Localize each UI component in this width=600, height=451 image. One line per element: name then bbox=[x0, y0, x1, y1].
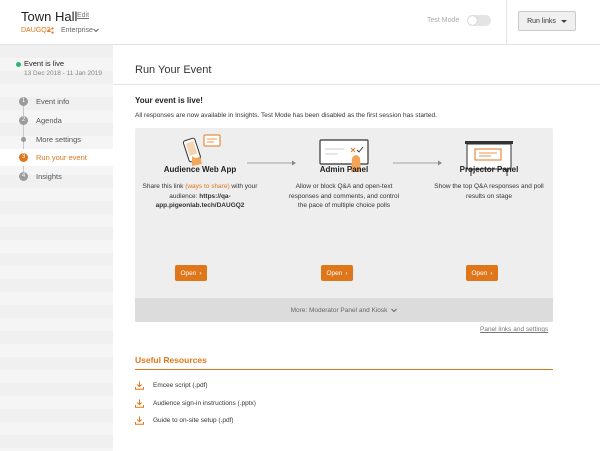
chevron-down-icon bbox=[391, 308, 398, 312]
chevron-right-icon: › bbox=[490, 269, 493, 277]
share-icon[interactable] bbox=[47, 27, 54, 34]
open-label: Open bbox=[180, 269, 197, 277]
step-number: 2 bbox=[19, 116, 28, 125]
sidebar: Event is live 13 Dec 2018 - 11 Jan 2019 … bbox=[0, 45, 113, 451]
title-divider bbox=[113, 84, 600, 85]
step-number: 1 bbox=[19, 97, 28, 106]
event-title: Town Hall bbox=[21, 9, 78, 24]
run-links-button[interactable]: Run links bbox=[518, 11, 576, 31]
ways-to-share-link[interactable]: (ways to share) bbox=[185, 183, 229, 190]
live-description: All responses are now available in Insig… bbox=[135, 112, 437, 119]
event-dates: 13 Dec 2018 - 11 Jan 2019 bbox=[24, 70, 102, 77]
test-mode-toggle[interactable] bbox=[467, 15, 491, 26]
open-admin-panel-button[interactable]: Open › bbox=[321, 265, 353, 281]
step-number: 4 bbox=[19, 172, 28, 181]
panel-title: Audience Web App bbox=[163, 165, 237, 174]
sidebar-item-label: More settings bbox=[36, 135, 82, 144]
top-bar: Town Hall Edit DAUGQ2 Enterprise Test Mo… bbox=[0, 0, 600, 45]
download-icon bbox=[135, 416, 144, 425]
more-panels-label: More: Moderator Panel and Kiosk bbox=[290, 306, 388, 314]
panel-description: Allow or block Q&A and open-text respons… bbox=[288, 183, 400, 209]
panel-description: Share this link (ways to share) with you… bbox=[140, 182, 260, 211]
download-icon bbox=[135, 381, 144, 390]
sidebar-item-run-your-event[interactable]: 3 Run your event bbox=[0, 149, 113, 166]
panel-links-settings-link[interactable]: Panel links and settings bbox=[480, 326, 548, 333]
test-mode-label: Test Mode bbox=[427, 17, 460, 24]
event-status: Event is live bbox=[24, 59, 65, 68]
panel-title: Projector Panel bbox=[459, 165, 519, 174]
open-audience-web-app-button[interactable]: Open › bbox=[175, 265, 207, 281]
panel-description: Show the top Q&A responses and poll resu… bbox=[434, 183, 544, 200]
panel-title: Admin Panel bbox=[319, 165, 369, 174]
useful-resources-divider bbox=[135, 369, 553, 370]
resource-label: Audience sign-in instructions (.pptx) bbox=[153, 400, 256, 407]
download-icon bbox=[135, 399, 144, 408]
more-panels-toggle[interactable]: More: Moderator Panel and Kiosk bbox=[135, 298, 553, 322]
live-status-dot bbox=[16, 62, 21, 67]
phone-icon bbox=[182, 134, 221, 166]
edit-title-link[interactable]: Edit bbox=[77, 12, 89, 19]
resource-label: Emcee script (.pdf) bbox=[153, 382, 208, 389]
chevron-right-icon: › bbox=[345, 269, 348, 277]
caret-down-icon bbox=[560, 19, 567, 23]
step-number: 3 bbox=[19, 153, 28, 162]
sidebar-item-label: Insights bbox=[36, 172, 62, 181]
sidebar-item-label: Agenda bbox=[36, 116, 62, 125]
sidebar-item-event-info[interactable]: 1 Event info bbox=[0, 93, 113, 110]
live-heading: Your event is live! bbox=[135, 96, 203, 105]
useful-resources-heading: Useful Resources bbox=[135, 355, 207, 365]
open-label: Open bbox=[471, 269, 488, 277]
sidebar-item-label: Run your event bbox=[36, 153, 87, 162]
toggle-knob bbox=[468, 16, 477, 25]
chevron-right-icon: › bbox=[199, 269, 202, 277]
run-links-label: Run links bbox=[527, 17, 556, 25]
step-dot bbox=[21, 137, 26, 142]
main-content: Run Your Event Your event is live! All r… bbox=[113, 45, 600, 451]
desc-part: Share this link bbox=[142, 183, 186, 190]
header-divider bbox=[506, 0, 507, 45]
sidebar-item-insights[interactable]: 4 Insights bbox=[0, 168, 113, 185]
page-title: Run Your Event bbox=[135, 64, 212, 76]
open-projector-panel-button[interactable]: Open › bbox=[466, 265, 498, 281]
sidebar-item-agenda[interactable]: 2 Agenda bbox=[0, 112, 113, 129]
plan-selector[interactable]: Enterprise bbox=[61, 27, 93, 34]
sidebar-item-more-settings[interactable]: More settings bbox=[0, 131, 113, 148]
chevron-down-icon bbox=[93, 28, 99, 33]
resource-label: Guide to on-site setup (.pdf) bbox=[153, 417, 234, 424]
panels-box: Audience Web App Share this link (ways t… bbox=[135, 128, 553, 322]
open-label: Open bbox=[326, 269, 343, 277]
sidebar-item-label: Event info bbox=[36, 97, 70, 106]
